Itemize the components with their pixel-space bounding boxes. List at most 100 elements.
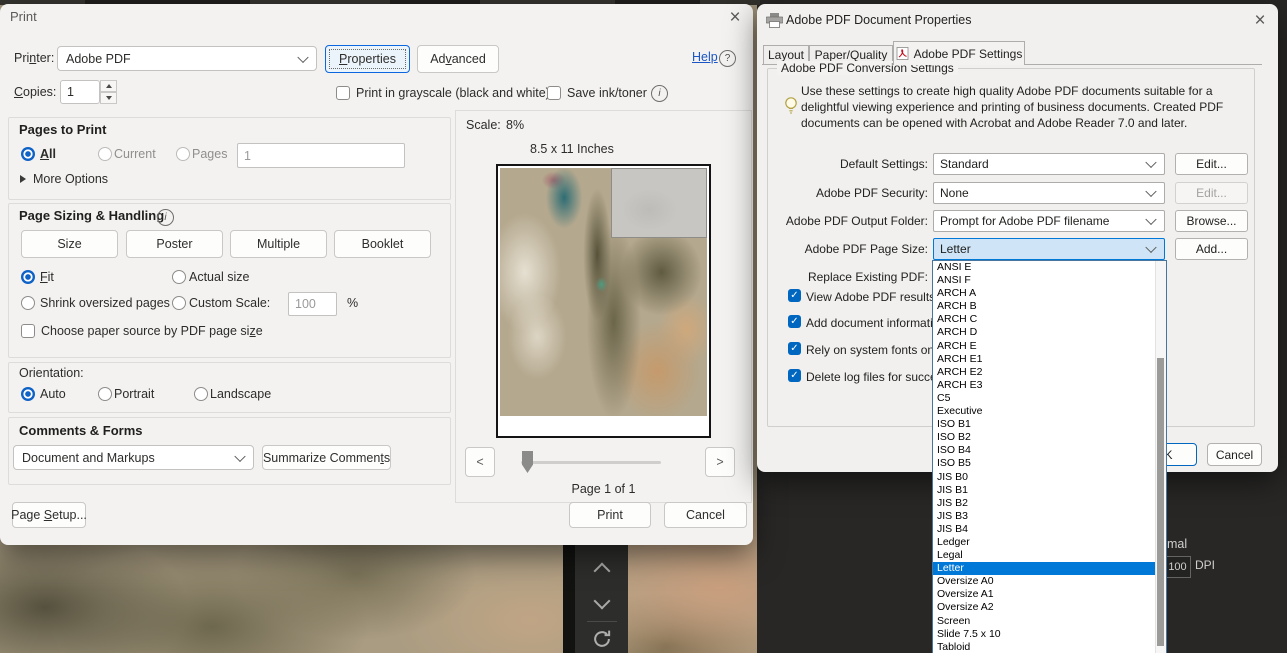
save-ink-checkbox[interactable] xyxy=(547,86,561,100)
pages-range-input[interactable]: 1 xyxy=(237,143,405,168)
booklet-button[interactable]: Booklet xyxy=(334,230,431,258)
fit-radio[interactable] xyxy=(21,270,35,284)
orientation-auto-radio[interactable] xyxy=(21,387,35,401)
paper-size-text: 8.5 x 11 Inches xyxy=(530,142,614,156)
page-size-option[interactable]: ARCH E3 xyxy=(933,379,1156,392)
page-size-option[interactable]: C5 xyxy=(933,392,1156,405)
page-size-option[interactable]: ANSI F xyxy=(933,274,1156,287)
page-size-option[interactable]: ARCH C xyxy=(933,313,1156,326)
summarize-comments-button[interactable]: Summarize Comments xyxy=(262,445,391,470)
page-size-select[interactable]: Letter xyxy=(933,238,1165,260)
copies-decrement-button[interactable] xyxy=(100,92,117,104)
add-doc-info-checkbox[interactable]: ✓ xyxy=(788,315,801,328)
custom-scale-input[interactable]: 100 xyxy=(288,292,337,316)
close-icon[interactable]: × xyxy=(1247,9,1273,33)
more-options-toggle[interactable]: More Options xyxy=(20,172,108,186)
page-size-option[interactable]: ARCH E xyxy=(933,340,1156,353)
dpi-value-box[interactable]: 100 xyxy=(1164,556,1191,578)
shrink-radio[interactable] xyxy=(21,296,35,310)
page-size-option[interactable]: Tabloid xyxy=(933,641,1156,653)
system-fonts-checkbox[interactable]: ✓ xyxy=(788,342,801,355)
map-navigation-toolbar xyxy=(563,545,628,653)
page-size-option[interactable]: Oversize A1 xyxy=(933,588,1156,601)
poster-button[interactable]: Poster xyxy=(126,230,223,258)
pages-all-radio[interactable] xyxy=(21,147,35,161)
comments-forms-select[interactable]: Document and Markups xyxy=(13,445,254,470)
preview-slider-handle[interactable] xyxy=(522,451,533,473)
shrink-label: Shrink oversized pages xyxy=(40,296,170,310)
default-settings-select[interactable]: Standard xyxy=(933,153,1165,175)
pdf-security-edit-button[interactable]: Edit... xyxy=(1175,182,1248,204)
next-page-button[interactable]: > xyxy=(705,447,735,477)
percent-label: % xyxy=(347,296,358,310)
page-size-option[interactable]: Legal xyxy=(933,549,1156,562)
advanced-button[interactable]: Advanced xyxy=(417,45,499,73)
help-question-icon[interactable]: ? xyxy=(719,50,736,67)
delete-logs-checkbox[interactable]: ✓ xyxy=(788,369,801,382)
page-size-option[interactable]: ARCH B xyxy=(933,300,1156,313)
multiple-button[interactable]: Multiple xyxy=(230,230,327,258)
page-size-option[interactable]: ARCH D xyxy=(933,326,1156,339)
pages-current-radio[interactable] xyxy=(98,147,112,161)
pages-pages-label: Pages xyxy=(192,147,227,161)
close-icon[interactable]: × xyxy=(722,6,748,30)
orientation-section: Orientation: Auto Portrait Landscape xyxy=(8,362,451,413)
info-icon[interactable]: i xyxy=(651,85,668,102)
replace-existing-pdf-label: Replace Existing PDF: xyxy=(777,270,928,284)
page-size-option[interactable]: ANSI E xyxy=(933,261,1156,274)
previous-page-button[interactable]: < xyxy=(465,447,495,477)
page-size-option[interactable]: ARCH E1 xyxy=(933,353,1156,366)
size-button[interactable]: Size xyxy=(21,230,118,258)
page-size-option[interactable]: ISO B1 xyxy=(933,418,1156,431)
actual-size-radio[interactable] xyxy=(172,270,186,284)
orientation-landscape-radio[interactable] xyxy=(194,387,208,401)
printer-select[interactable]: Adobe PDF xyxy=(57,46,317,71)
orientation-landscape-label: Landscape xyxy=(210,387,271,401)
page-size-add-button[interactable]: Add... xyxy=(1175,238,1248,260)
custom-scale-label: Custom Scale: xyxy=(189,296,270,310)
preview-slider-track[interactable] xyxy=(521,461,661,464)
page-size-option[interactable]: JIS B4 xyxy=(933,523,1156,536)
printer-icon xyxy=(766,13,783,28)
print-cancel-button[interactable]: Cancel xyxy=(664,502,747,528)
pages-pages-radio[interactable] xyxy=(176,147,190,161)
print-button[interactable]: Print xyxy=(569,502,651,528)
choose-paper-checkbox[interactable] xyxy=(21,324,35,338)
page-size-option[interactable]: Oversize A0 xyxy=(933,575,1156,588)
view-results-checkbox[interactable]: ✓ xyxy=(788,289,801,302)
help-link[interactable]: Help xyxy=(692,50,718,64)
page-size-option[interactable]: ARCH E2 xyxy=(933,366,1156,379)
pdf-cancel-button[interactable]: Cancel xyxy=(1207,443,1262,466)
copies-increment-button[interactable] xyxy=(100,80,117,92)
custom-scale-radio[interactable] xyxy=(172,296,186,310)
delete-logs-label: Delete log files for successf xyxy=(806,370,952,384)
page-size-option[interactable]: Screen xyxy=(933,615,1156,628)
page-size-option[interactable]: Oversize A2 xyxy=(933,601,1156,614)
page-size-option[interactable]: JIS B1 xyxy=(933,484,1156,497)
page-size-option[interactable]: Ledger xyxy=(933,536,1156,549)
page-size-option[interactable]: ISO B2 xyxy=(933,431,1156,444)
page-size-option[interactable]: JIS B0 xyxy=(933,471,1156,484)
orientation-portrait-radio[interactable] xyxy=(98,387,112,401)
refresh-icon[interactable] xyxy=(591,628,613,650)
pdf-security-select[interactable]: None xyxy=(933,182,1165,204)
grayscale-checkbox[interactable] xyxy=(336,86,350,100)
output-folder-browse-button[interactable]: Browse... xyxy=(1175,210,1248,232)
tab-adobe-pdf-settings[interactable]: Adobe PDF Settings xyxy=(893,41,1025,65)
dropdown-scrollbar[interactable] xyxy=(1155,261,1166,653)
default-settings-edit-button[interactable]: Edit... xyxy=(1175,153,1248,175)
page-size-option[interactable]: Executive xyxy=(933,405,1156,418)
properties-button[interactable]: Properties xyxy=(325,45,410,73)
page-size-option[interactable]: JIS B3 xyxy=(933,510,1156,523)
page-size-option[interactable]: ISO B5 xyxy=(933,457,1156,470)
scrollbar-thumb[interactable] xyxy=(1157,358,1164,646)
page-size-option[interactable]: Letter xyxy=(933,562,1156,575)
sizing-info-icon[interactable]: i xyxy=(157,209,174,226)
page-setup-button[interactable]: Page Setup... xyxy=(12,502,86,528)
page-size-option[interactable]: ISO B4 xyxy=(933,444,1156,457)
output-folder-select[interactable]: Prompt for Adobe PDF filename xyxy=(933,210,1165,232)
page-size-option[interactable]: ARCH A xyxy=(933,287,1156,300)
copies-input[interactable]: 1 xyxy=(60,80,100,104)
page-size-option[interactable]: JIS B2 xyxy=(933,497,1156,510)
page-size-option[interactable]: Slide 7.5 x 10 xyxy=(933,628,1156,641)
